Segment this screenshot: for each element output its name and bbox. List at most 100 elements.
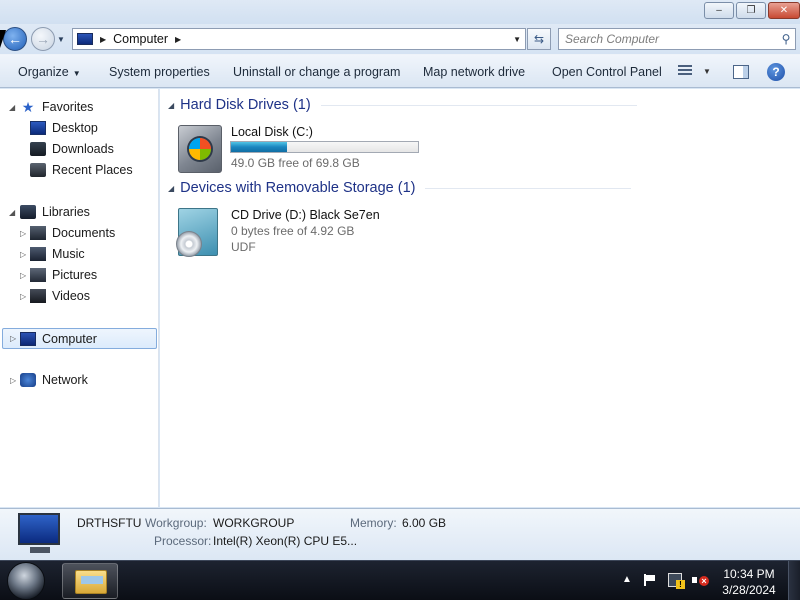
- show-desktop-button[interactable]: [788, 561, 800, 600]
- collapse-group-icon[interactable]: ◢: [168, 101, 174, 110]
- drive-filesystem: UDF: [231, 240, 256, 254]
- start-button[interactable]: [7, 562, 45, 600]
- star-icon: ★: [21, 99, 35, 115]
- videos-icon: [30, 289, 46, 303]
- back-button[interactable]: ←: [3, 27, 27, 51]
- expand-arrow-icon[interactable]: ▷: [20, 250, 26, 259]
- nav-favorites-label: Favorites: [42, 100, 94, 114]
- view-options-dropdown-icon[interactable]: ▼: [703, 67, 711, 76]
- action-center-flag-icon[interactable]: [644, 574, 656, 586]
- nav-recent-places[interactable]: Recent Places: [30, 160, 133, 180]
- drive-free-space: 49.0 GB free of 69.8 GB: [231, 156, 360, 170]
- command-bar: Organize ▼ System properties Uninstall or…: [0, 54, 800, 88]
- nav-network[interactable]: Network: [20, 370, 88, 390]
- breadcrumb-chevron-icon[interactable]: ▶: [175, 35, 181, 44]
- clock-date: 3/28/2024: [722, 583, 776, 597]
- collapse-arrow-icon[interactable]: ◢: [9, 103, 15, 112]
- downloads-icon: [30, 142, 46, 156]
- address-dropdown-icon[interactable]: ▼: [513, 35, 521, 44]
- processor-value: Intel(R) Xeon(R) CPU E5...: [213, 534, 358, 548]
- drive-local-disk-c[interactable]: Local Disk (C:) 49.0 GB free of 69.8 GB: [160, 123, 460, 175]
- refresh-button[interactable]: ⇆: [527, 28, 551, 50]
- computer-icon: [18, 513, 62, 557]
- recent-pages-dropdown[interactable]: ▼: [57, 35, 65, 44]
- group-title: Devices with Removable Storage (1): [180, 180, 416, 196]
- content-area: ◢ Hard Disk Drives (1) Local Disk (C:) 4…: [160, 89, 800, 507]
- system-properties-button[interactable]: System properties: [109, 65, 210, 79]
- nav-libraries-label: Libraries: [42, 205, 90, 219]
- expand-arrow-icon[interactable]: ▷: [20, 229, 26, 238]
- nav-libraries[interactable]: Libraries: [20, 202, 90, 222]
- mouse-pointer-icon: [0, 30, 6, 48]
- magnifier-icon[interactable]: ⚲: [777, 32, 795, 46]
- network-warning-icon[interactable]: [668, 573, 685, 589]
- search-box[interactable]: ⚲: [558, 28, 796, 50]
- disk-usage-fill: [231, 142, 287, 152]
- organize-label: Organize: [18, 65, 69, 79]
- nav-desktop-label: Desktop: [52, 121, 98, 135]
- forward-arrow-icon: →: [36, 31, 50, 47]
- minimize-button[interactable]: –: [704, 2, 734, 19]
- search-input[interactable]: [565, 30, 777, 48]
- map-network-drive-button[interactable]: Map network drive: [423, 65, 525, 79]
- taskbar-windows-explorer[interactable]: [62, 563, 118, 599]
- nav-music-label: Music: [52, 247, 85, 261]
- expand-arrow-icon[interactable]: ▷: [20, 292, 26, 301]
- uninstall-program-button[interactable]: Uninstall or change a program: [233, 65, 400, 79]
- workgroup-value: WORKGROUP: [213, 516, 295, 530]
- nav-downloads[interactable]: Downloads: [30, 139, 114, 159]
- nav-computer-label: Computer: [42, 331, 97, 346]
- title-bar: – ❐ ✕: [0, 0, 800, 24]
- forward-button[interactable]: →: [31, 27, 55, 51]
- organize-button[interactable]: Organize ▼: [18, 65, 81, 79]
- breadcrumb-chevron-icon[interactable]: ▶: [100, 35, 106, 44]
- drive-name: CD Drive (D:) Black Se7en: [231, 208, 380, 222]
- computer-icon: [77, 33, 93, 45]
- nav-network-label: Network: [42, 373, 88, 387]
- open-control-panel-button[interactable]: Open Control Panel: [552, 65, 662, 79]
- nav-pictures-label: Pictures: [52, 268, 98, 282]
- clock-time: 10:34 PM: [723, 567, 775, 581]
- drive-cd-d[interactable]: CD Drive (D:) Black Se7en 0 bytes free o…: [160, 206, 460, 258]
- collapse-arrow-icon[interactable]: ◢: [9, 208, 15, 217]
- nav-videos[interactable]: Videos: [30, 286, 90, 306]
- music-icon: [30, 247, 46, 261]
- nav-documents[interactable]: Documents: [30, 223, 115, 243]
- nav-desktop[interactable]: Desktop: [30, 118, 98, 138]
- collapse-group-icon[interactable]: ◢: [168, 184, 174, 193]
- group-header-removable-storage[interactable]: ◢ Devices with Removable Storage (1): [168, 180, 632, 196]
- expand-arrow-icon[interactable]: ▷: [10, 334, 16, 343]
- help-icon[interactable]: ?: [767, 63, 785, 81]
- expand-arrow-icon[interactable]: ▷: [10, 376, 16, 385]
- clock[interactable]: 10:34 PM 3/28/2024: [716, 566, 782, 598]
- nav-pictures[interactable]: Pictures: [30, 265, 97, 285]
- group-title: Hard Disk Drives (1): [180, 97, 311, 113]
- volume-muted-icon[interactable]: [692, 573, 709, 587]
- recent-places-icon: [30, 163, 46, 177]
- group-header-hard-disk-drives[interactable]: ◢ Hard Disk Drives (1): [168, 97, 637, 113]
- show-hidden-icons-button[interactable]: ▲: [622, 574, 632, 585]
- pictures-icon: [30, 268, 46, 282]
- hard-disk-icon: [178, 125, 222, 173]
- preview-pane-icon[interactable]: [733, 65, 749, 79]
- expand-arrow-icon[interactable]: ▷: [20, 271, 26, 280]
- back-arrow-icon: ←: [8, 31, 22, 47]
- documents-icon: [30, 226, 46, 240]
- refresh-icon: ⇆: [533, 32, 545, 46]
- desktop-icon: [30, 121, 46, 135]
- nav-computer[interactable]: Computer: [2, 328, 157, 349]
- address-bar[interactable]: ▶ Computer ▶ ▼: [72, 28, 526, 50]
- processor-label: Processor:: [154, 534, 212, 548]
- nav-music[interactable]: Music: [30, 244, 85, 264]
- maximize-button[interactable]: ❐: [736, 2, 766, 19]
- computer-name: DRTHSFTU: [77, 516, 142, 530]
- breadcrumb-computer[interactable]: Computer: [113, 32, 168, 46]
- close-button[interactable]: ✕: [768, 2, 800, 19]
- nav-videos-label: Videos: [52, 289, 90, 303]
- folder-icon: [75, 570, 107, 594]
- group-divider: [320, 104, 637, 106]
- memory-label: Memory:: [350, 516, 397, 530]
- change-view-icon[interactable]: [678, 65, 692, 79]
- drive-name: Local Disk (C:): [231, 125, 313, 139]
- nav-favorites[interactable]: ★ Favorites: [20, 97, 94, 117]
